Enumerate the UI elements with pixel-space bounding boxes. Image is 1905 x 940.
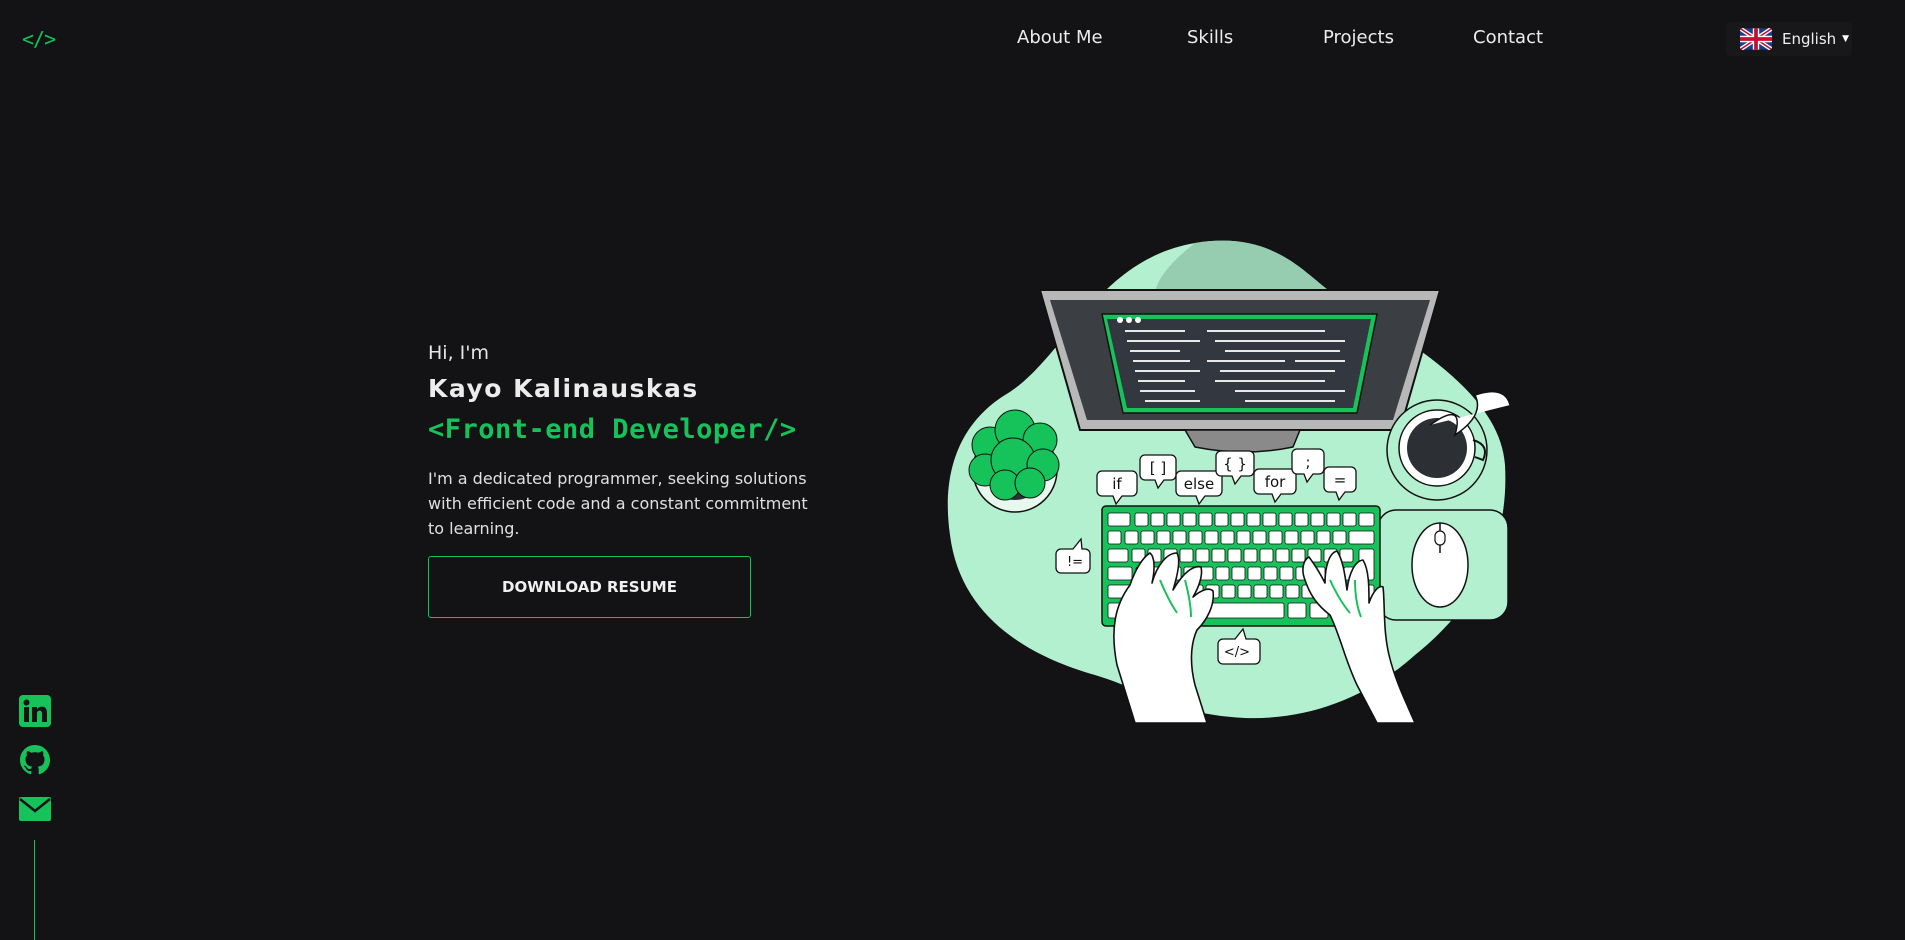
language-label: English (1782, 30, 1837, 48)
language-selector[interactable]: English ▼ (1726, 22, 1852, 56)
download-resume-button[interactable]: DOWNLOAD RESUME (428, 556, 751, 618)
nav-projects[interactable]: Projects (1323, 27, 1394, 48)
greeting: Hi, I'm (428, 342, 489, 364)
linkedin-icon[interactable] (18, 694, 52, 728)
developer-role: <Front-end Developer/> (428, 414, 797, 445)
main-nav: About Me Skills Projects Contact (0, 27, 1905, 51)
bubble-braces-text: { } (1223, 455, 1247, 473)
github-icon[interactable] (18, 743, 52, 777)
developer-name: Kayo Kalinauskas (428, 374, 699, 403)
nav-contact[interactable]: Contact (1473, 27, 1543, 48)
bubble-code-tag-text: </> (1224, 645, 1250, 660)
email-icon[interactable] (18, 792, 52, 826)
chevron-down-icon: ▼ (1842, 34, 1850, 44)
social-divider-line (34, 840, 35, 940)
nav-about-me[interactable]: About Me (1017, 27, 1103, 48)
uk-flag-icon (1740, 28, 1772, 50)
bubble-if-text: if (1112, 475, 1122, 493)
bubble-semicolon-text: ; (1305, 453, 1310, 471)
bubble-not-equals-text: != (1067, 555, 1083, 570)
hero-description: I'm a dedicated programmer, seeking solu… (428, 469, 808, 538)
bubble-equals-text: = (1334, 471, 1347, 489)
nav-skills[interactable]: Skills (1187, 27, 1233, 48)
developer-desk-illustration: if [ ] else { } for ; = != </> (947, 240, 1510, 723)
bubble-for-text: for (1265, 473, 1286, 491)
bubble-else-text: else (1184, 475, 1214, 493)
bubble-brackets-text: [ ] (1150, 459, 1166, 477)
